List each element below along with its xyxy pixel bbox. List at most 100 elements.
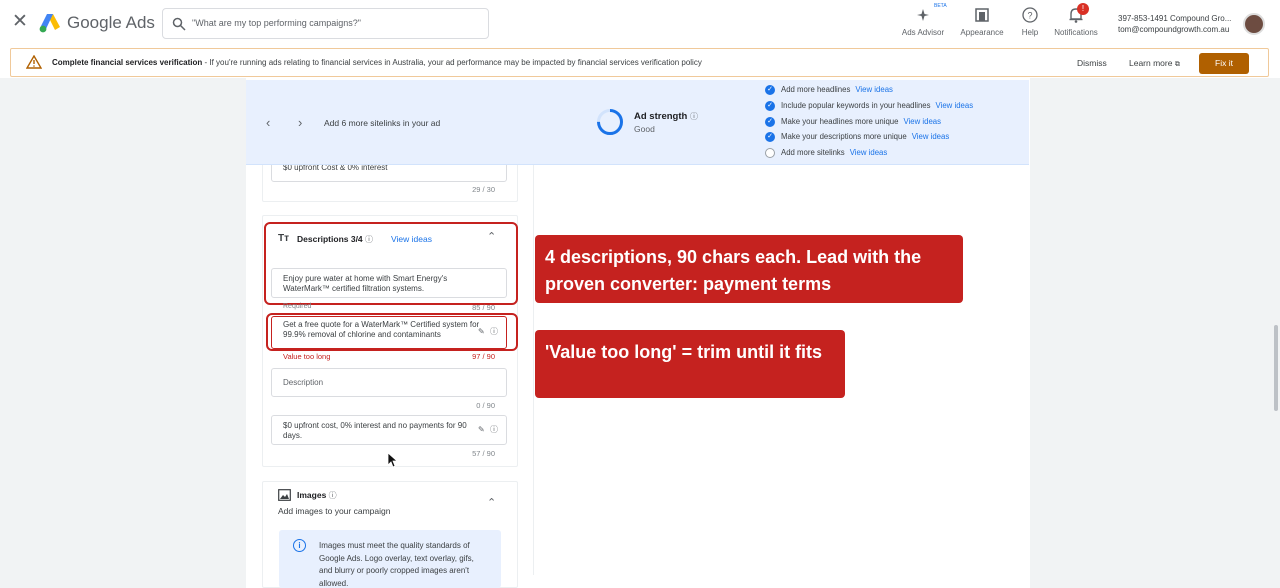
chevron-left-icon[interactable]: ‹ (266, 115, 270, 130)
notifications-button[interactable]: Notifications (1048, 6, 1104, 37)
pin-icon[interactable]: ✎ (478, 425, 485, 434)
checklist-item: Add more sitelinks View ideas (765, 148, 887, 158)
verification-banner: Complete financial services verification… (10, 48, 1269, 77)
banner-text: - If you're running ads relating to fina… (202, 58, 702, 67)
google-ads-logo-icon (39, 14, 60, 33)
info-icon: i (293, 539, 306, 552)
headline-count: 29 / 30 (472, 185, 495, 194)
check-icon: ✓ (765, 117, 775, 127)
search-input[interactable]: "What are my top performing campaigns?" (162, 8, 489, 39)
mouse-cursor-icon (387, 452, 398, 468)
strength-ring-icon (597, 109, 623, 135)
chevron-up-icon[interactable]: ⌃ (487, 496, 496, 509)
search-icon (172, 17, 186, 31)
description-count: 0 / 90 (476, 401, 495, 410)
help-icon[interactable]: ⓘ (329, 491, 337, 500)
view-ideas-link[interactable]: View ideas (850, 148, 888, 157)
view-ideas-link[interactable]: View ideas (391, 234, 432, 244)
checklist-text: Make your headlines more unique (781, 117, 899, 127)
images-title-text: Images (297, 490, 327, 500)
descriptions-title-text: Descriptions 3/4 (297, 234, 363, 244)
left-gutter (0, 78, 246, 588)
annotation-callout: 4 descriptions, 90 chars each. Lead with… (535, 235, 963, 303)
tool-label: Ads Advisor (901, 28, 945, 37)
help-icon[interactable]: ⓘ (490, 326, 498, 337)
pin-icon[interactable]: ✎ (478, 327, 485, 336)
chevron-right-icon[interactable]: › (298, 115, 302, 130)
description-value: Get a free quote for a WaterMark™ Certif… (283, 320, 480, 339)
checklist-item: ✓ Add more headlines View ideas (765, 85, 893, 95)
learn-more-label: Learn more (1129, 58, 1173, 68)
avatar[interactable] (1243, 13, 1265, 35)
close-icon[interactable]: ✕ (12, 12, 30, 32)
checklist-text: Make your descriptions more unique (781, 132, 907, 142)
checklist-text: Add more sitelinks (781, 148, 845, 158)
ads-advisor-button[interactable]: Ads Advisor (895, 6, 951, 37)
required-label: Required (283, 303, 312, 310)
description-field-1[interactable]: Enjoy pure water at home with Smart Ener… (271, 268, 507, 298)
text-format-icon: Tт (278, 233, 290, 244)
strength-value: Good (634, 124, 655, 134)
description-field-4[interactable]: $0 upfront cost, 0% interest and no paym… (271, 415, 507, 445)
brand-name: Google Ads (67, 13, 155, 32)
right-gutter (1030, 78, 1280, 588)
description-count: 85 / 90 (472, 303, 495, 312)
help-icon[interactable]: ⓘ (490, 424, 498, 435)
external-link-icon: ⧉ (1174, 61, 1180, 68)
help-icon[interactable]: ⓘ (365, 235, 373, 244)
account-info[interactable]: 397-853-1491 Compound Gro... tom@compoun… (1118, 13, 1231, 35)
description-field-2[interactable]: Get a free quote for a WaterMark™ Certif… (271, 316, 507, 349)
error-message: Value too long (283, 352, 331, 361)
column-divider (533, 165, 534, 575)
help-icon: ? (1022, 7, 1038, 23)
check-icon: ✓ (765, 101, 775, 111)
checklist-item: ✓ Make your descriptions more unique View … (765, 132, 949, 142)
strength-hint: Add 6 more sitelinks in your ad (324, 118, 441, 128)
scrollbar[interactable] (1274, 325, 1278, 411)
annotation-callout: 'Value too long' = trim until it fits (535, 330, 845, 398)
checklist-text: Add more headlines (781, 85, 851, 95)
search-placeholder: "What are my top performing campaigns?" (192, 18, 361, 28)
description-count: 97 / 90 (472, 352, 495, 361)
beta-badge: BETA (934, 3, 947, 9)
tool-label: Appearance (960, 28, 1004, 37)
banner-title: Complete financial services verification (52, 58, 203, 67)
images-title: Images ⓘ (297, 490, 337, 501)
fix-it-button[interactable]: Fix it (1199, 53, 1249, 74)
account-id: 397-853-1491 Compound Gro... (1118, 14, 1232, 23)
account-email: tom@compoundgrowth.com.au (1118, 25, 1230, 34)
description-count: 57 / 90 (472, 449, 495, 458)
strength-label: Ad strength ⓘ (634, 111, 698, 122)
tool-label: Notifications (1054, 28, 1098, 37)
image-quality-notice: i Images must meet the quality standards… (279, 530, 501, 588)
image-icon (278, 489, 291, 501)
view-ideas-link[interactable]: View ideas (855, 85, 893, 94)
ad-strength-bar: ‹ › Add 6 more sitelinks in your ad Ad s… (246, 80, 1029, 165)
description-field-3[interactable]: Description (271, 368, 507, 397)
view-ideas-link[interactable]: View ideas (903, 117, 941, 126)
checklist-item: ✓ Make your headlines more unique View ide… (765, 117, 941, 127)
info-text: Images must meet the quality standards o… (319, 541, 474, 588)
check-icon: ✓ (765, 85, 775, 95)
appearance-icon (975, 8, 989, 22)
description-value: Enjoy pure water at home with Smart Ener… (283, 274, 448, 293)
descriptions-title: Descriptions 3/4 ⓘ (297, 234, 373, 245)
learn-more-link[interactable]: Learn more ⧉ (1129, 58, 1180, 69)
notification-badge: ! (1077, 3, 1089, 15)
unchecked-circle-icon (765, 148, 775, 158)
tool-label: Help (1021, 28, 1039, 37)
view-ideas-link[interactable]: View ideas (912, 132, 950, 141)
banner-message: Complete financial services verification… (52, 58, 702, 67)
strength-label-text: Ad strength (634, 111, 688, 122)
sparkle-icon (917, 9, 929, 21)
view-ideas-link[interactable]: View ideas (936, 101, 974, 110)
checklist-item: ✓ Include popular keywords in your headli… (765, 101, 973, 111)
dismiss-button[interactable]: Dismiss (1077, 58, 1107, 68)
info-icon[interactable]: ⓘ (690, 112, 698, 121)
description-placeholder: Description (283, 378, 324, 387)
svg-text:?: ? (1027, 11, 1032, 21)
check-icon: ✓ (765, 132, 775, 142)
images-subtitle: Add images to your campaign (278, 506, 391, 516)
checklist-text: Include popular keywords in your headlin… (781, 101, 931, 111)
chevron-up-icon[interactable]: ⌃ (487, 230, 496, 243)
